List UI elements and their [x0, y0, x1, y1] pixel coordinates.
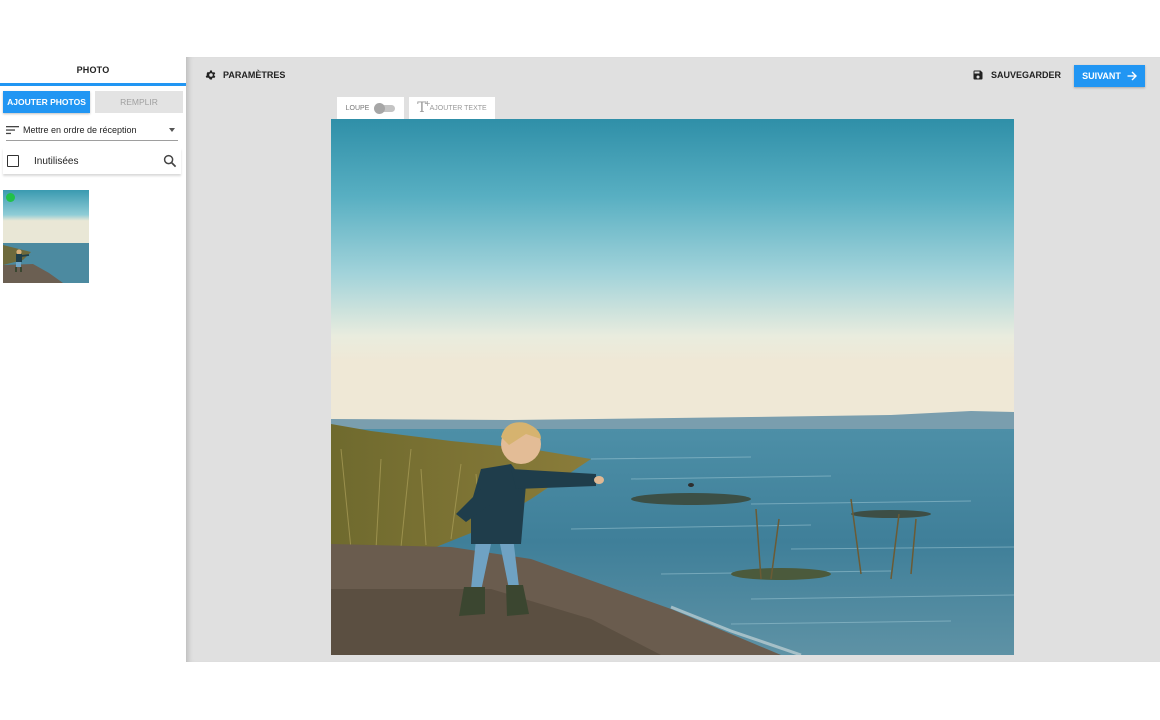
add-photos-button[interactable]: AJOUTER PHOTOS [3, 91, 90, 113]
unused-filter-label: Inutilisées [34, 155, 79, 167]
editor-workspace: PARAMÈTRES SAUVEGARDER SUIVANT LOUPE T + … [186, 57, 1160, 662]
settings-label: PARAMÈTRES [223, 70, 286, 80]
photo-sidebar: PHOTO AJOUTER PHOTOS REMPLIR Mettre en o… [0, 57, 186, 662]
main-photo [331, 119, 1014, 655]
add-text-button[interactable]: T + AJOUTER TEXTE [409, 97, 495, 119]
sort-select[interactable]: Mettre en ordre de réception [6, 119, 178, 141]
status-dot [6, 193, 15, 202]
fill-button[interactable]: REMPLIR [95, 91, 183, 113]
thumbnail-image [3, 190, 89, 283]
photo-thumbnail[interactable] [3, 190, 89, 283]
arrow-right-icon [1127, 71, 1137, 81]
loupe-toggle[interactable]: LOUPE [337, 97, 404, 119]
unused-filter-row: Inutilisées [3, 148, 181, 174]
save-button[interactable]: SAUVEGARDER [972, 68, 1061, 82]
floppy-disk-icon [973, 70, 983, 80]
search-icon[interactable] [163, 154, 177, 168]
gear-icon [205, 70, 216, 80]
unused-filter-checkbox[interactable] [7, 155, 19, 167]
photo-canvas[interactable] [331, 119, 1014, 655]
loupe-switch[interactable] [374, 103, 396, 114]
next-label: SUIVANT [1082, 71, 1121, 81]
next-button[interactable]: SUIVANT [1074, 65, 1145, 87]
save-label: SAUVEGARDER [991, 70, 1062, 80]
sort-icon [6, 125, 19, 134]
loupe-label: LOUPE [345, 104, 370, 112]
tab-photo[interactable]: PHOTO [0, 57, 186, 86]
loupe-switch-knob [374, 103, 386, 114]
settings-button[interactable]: PARAMÈTRES [205, 68, 285, 82]
sort-selected-value: Mettre en ordre de réception [23, 124, 137, 135]
chevron-down-icon [169, 127, 175, 132]
add-text-label: AJOUTER TEXTE [429, 104, 487, 112]
text-plus-icon: T + [417, 99, 431, 116]
